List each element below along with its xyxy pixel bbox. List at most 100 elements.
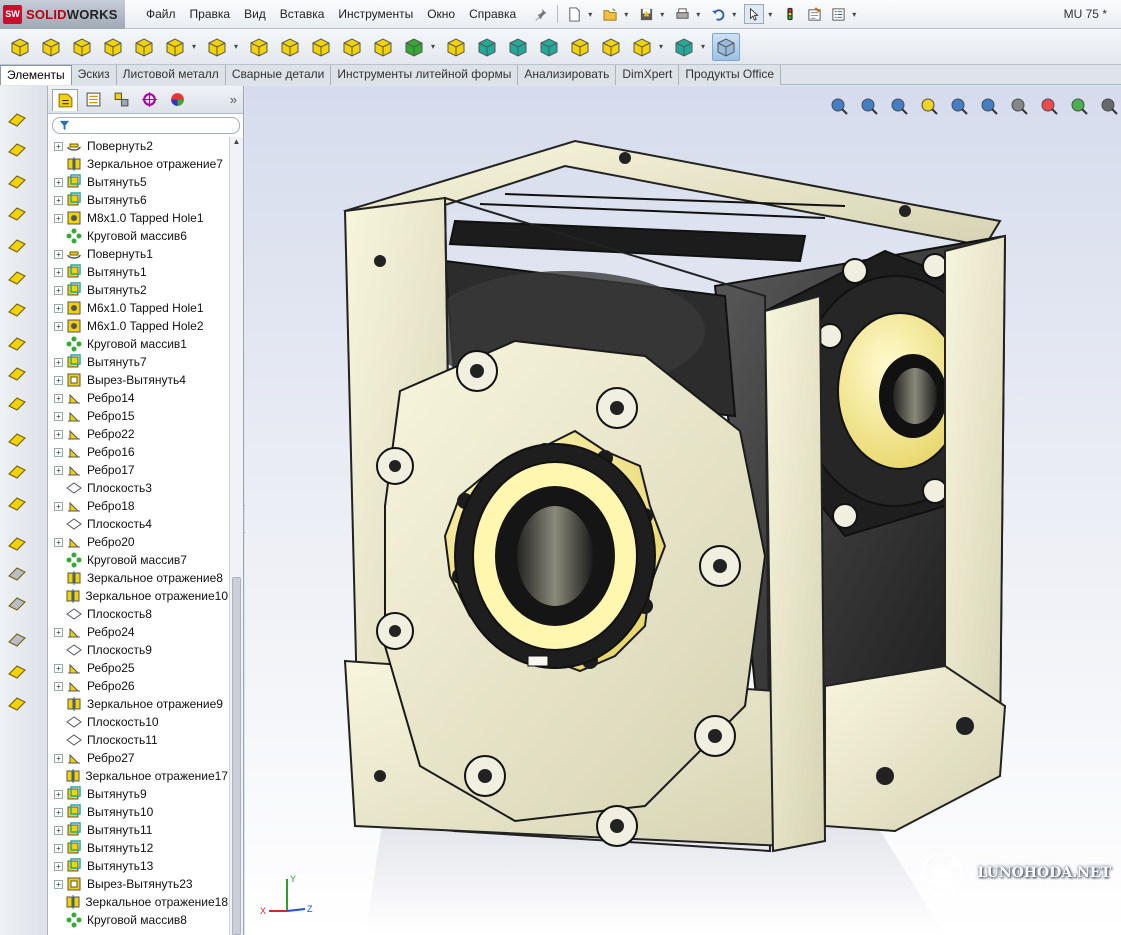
- helix-icon[interactable]: [4, 690, 30, 716]
- expand-toggle-icon[interactable]: +: [54, 429, 63, 439]
- tree-item[interactable]: + Вытянуть5: [48, 173, 228, 191]
- options-icon[interactable]: [828, 4, 848, 24]
- open-icon[interactable]: [600, 4, 620, 24]
- slot-icon[interactable]: [4, 168, 30, 194]
- tree-item[interactable]: + Вытянуть12: [48, 839, 228, 857]
- tree-item[interactable]: + Ребро16: [48, 443, 228, 461]
- tree-item[interactable]: Зеркальное отражение7: [48, 155, 228, 173]
- tab-7[interactable]: Продукты Office: [679, 65, 782, 85]
- tree-item[interactable]: + Вытянуть6: [48, 191, 228, 209]
- expand-toggle-icon[interactable]: +: [54, 357, 63, 367]
- tree-item[interactable]: + Ребро17: [48, 461, 228, 479]
- ruled-surface-icon[interactable]: [4, 330, 30, 356]
- expand-toggle-icon[interactable]: +: [54, 411, 63, 421]
- menu-item[interactable]: Правка: [183, 7, 238, 21]
- fill-surface-icon[interactable]: [4, 590, 30, 616]
- reference-geometry-icon[interactable]: [628, 33, 656, 61]
- boundary-cut-icon[interactable]: [338, 33, 366, 61]
- expand-toggle-icon[interactable]: +: [54, 141, 63, 151]
- tree-item[interactable]: Круговой массив6: [48, 227, 228, 245]
- expand-toggle-icon[interactable]: +: [54, 213, 63, 223]
- solid-box-icon[interactable]: [4, 626, 30, 652]
- expand-toggle-icon[interactable]: +: [54, 195, 63, 205]
- tree-item[interactable]: + Повернуть1: [48, 245, 228, 263]
- delete-face-icon[interactable]: [4, 426, 30, 452]
- display-manager-tab-icon[interactable]: [164, 89, 190, 111]
- property-manager-tab-icon[interactable]: [80, 89, 106, 111]
- lofted-icon[interactable]: [4, 200, 30, 226]
- tree-item[interactable]: + M8x1.0 Tapped Hole1: [48, 209, 228, 227]
- tree-item[interactable]: + Вытянуть11: [48, 821, 228, 839]
- dropdown-caret[interactable]: ▾: [234, 42, 242, 51]
- expand-toggle-icon[interactable]: +: [54, 681, 63, 691]
- tab-4[interactable]: Инструменты литейной формы: [331, 65, 519, 85]
- tree-item[interactable]: Плоскость10: [48, 713, 228, 731]
- configuration-manager-tab-icon[interactable]: [108, 89, 134, 111]
- tree-item[interactable]: + Вытянуть9: [48, 785, 228, 803]
- fillet-surface-icon[interactable]: [4, 560, 30, 586]
- dropdown-caret[interactable]: ▾: [659, 42, 667, 51]
- dimxpert-manager-tab-icon[interactable]: [136, 89, 162, 111]
- tree-item[interactable]: + Вырез-Вытянуть23: [48, 875, 228, 893]
- tree-item[interactable]: + Ребро22: [48, 425, 228, 443]
- tab-5[interactable]: Анализировать: [518, 65, 617, 85]
- boundary-boss-icon[interactable]: [130, 33, 158, 61]
- menu-item[interactable]: Справка: [462, 7, 523, 21]
- tree-item[interactable]: + Ребро24: [48, 623, 228, 641]
- solidworks-logo[interactable]: SW SOLIDWORKS: [0, 0, 125, 29]
- fillet-icon[interactable]: [369, 33, 397, 61]
- tree-item[interactable]: + Вырез-Вытянуть4: [48, 371, 228, 389]
- expand-toggle-icon[interactable]: +: [54, 879, 63, 889]
- tree-item[interactable]: Зеркальное отражение10: [48, 587, 228, 605]
- swept-cut-icon[interactable]: [276, 33, 304, 61]
- expand-toggle-icon[interactable]: +: [54, 267, 63, 277]
- tree-filter-input[interactable]: [52, 117, 240, 134]
- expand-toggle-icon[interactable]: +: [54, 537, 63, 547]
- expand-toggle-icon[interactable]: +: [54, 375, 63, 385]
- menu-item[interactable]: Вставка: [273, 7, 332, 21]
- expand-toggle-icon[interactable]: +: [54, 807, 63, 817]
- scrollbar-thumb[interactable]: [232, 577, 241, 935]
- tree-item[interactable]: Зеркальное отражение9: [48, 695, 228, 713]
- tab-2[interactable]: Листовой металл: [116, 65, 226, 85]
- expand-toggle-icon[interactable]: +: [54, 753, 63, 763]
- tree-item[interactable]: Зеркальное отражение18: [48, 893, 228, 911]
- mirror-icon[interactable]: [597, 33, 625, 61]
- rebuild-icon[interactable]: [780, 4, 800, 24]
- tree-item[interactable]: + Вытянуть1: [48, 263, 228, 281]
- tree-item[interactable]: + Вытянуть2: [48, 281, 228, 299]
- print-dropdown-caret[interactable]: ▾: [696, 10, 704, 19]
- lofted-cut-icon[interactable]: [307, 33, 335, 61]
- tree-item[interactable]: + Повернуть2: [48, 137, 228, 155]
- expand-toggle-icon[interactable]: +: [54, 177, 63, 187]
- scroll-up-icon[interactable]: ▲: [230, 137, 243, 151]
- planar-surface-icon[interactable]: [4, 264, 30, 290]
- dome-icon[interactable]: [566, 33, 594, 61]
- tree-item[interactable]: + Ребро26: [48, 677, 228, 695]
- select-arrow-icon[interactable]: [744, 4, 765, 24]
- shell-icon[interactable]: [504, 33, 532, 61]
- tree-item[interactable]: Плоскость11: [48, 731, 228, 749]
- menu-item[interactable]: Инструменты: [331, 7, 420, 21]
- tree-item[interactable]: + Ребро20: [48, 533, 228, 551]
- tab-0[interactable]: Элементы: [0, 65, 72, 85]
- instant3d-icon[interactable]: [712, 32, 740, 61]
- tree-item[interactable]: + Вытянуть13: [48, 857, 228, 875]
- tree-item[interactable]: Зеркальное отражение8: [48, 569, 228, 587]
- box-icon[interactable]: [4, 458, 30, 484]
- expand-toggle-icon[interactable]: +: [54, 303, 63, 313]
- options-dropdown-caret[interactable]: ▾: [852, 10, 860, 19]
- expand-toggle-icon[interactable]: +: [54, 843, 63, 853]
- print-icon[interactable]: [672, 4, 692, 24]
- extruded-surface-icon[interactable]: [4, 232, 30, 258]
- thicken-icon[interactable]: [4, 530, 30, 556]
- gearbox-model[interactable]: [245, 86, 1121, 935]
- menu-item[interactable]: Файл: [139, 7, 183, 21]
- pin-icon[interactable]: [531, 4, 551, 24]
- open-dropdown-caret[interactable]: ▾: [624, 10, 632, 19]
- save-dropdown-caret[interactable]: ▾: [660, 10, 668, 19]
- tab-6[interactable]: DimXpert: [616, 65, 680, 85]
- undo-dropdown-caret[interactable]: ▾: [732, 10, 740, 19]
- expand-toggle-icon[interactable]: +: [54, 249, 63, 259]
- tree-item[interactable]: + Ребро27: [48, 749, 228, 767]
